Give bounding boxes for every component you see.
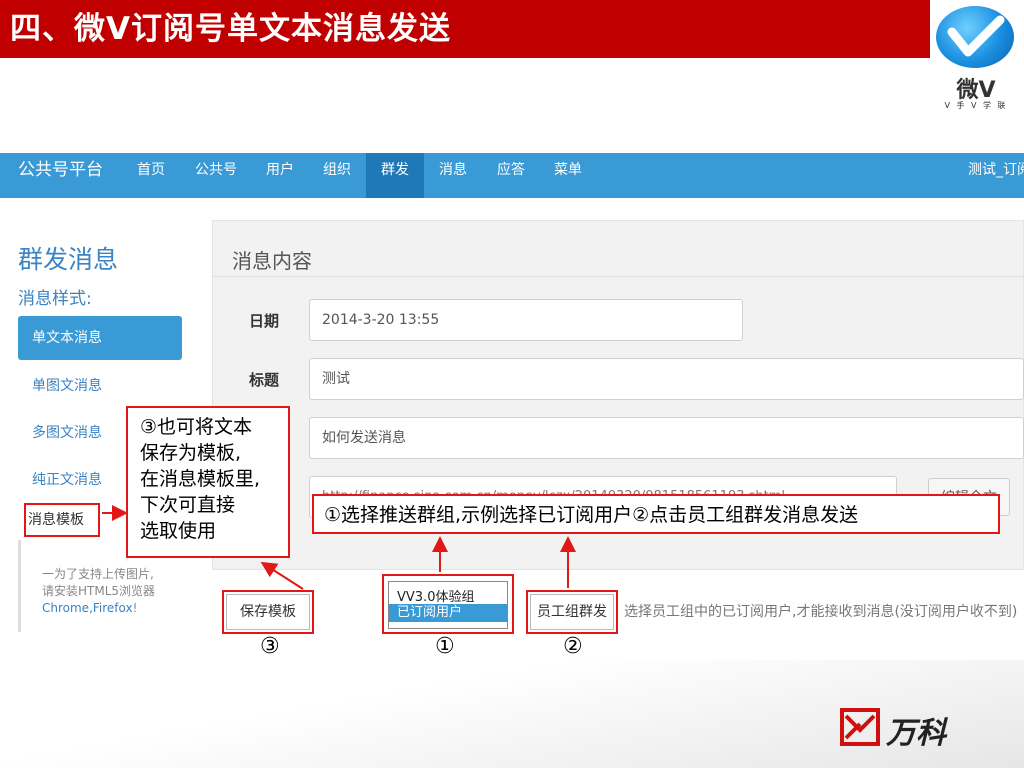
nav-item-org[interactable]: 组织 bbox=[313, 153, 361, 198]
top-nav: 公共号平台 首页 公共号 用户 组织 群发 消息 应答 菜单 测试_订阅 bbox=[0, 153, 1024, 198]
panel-divider bbox=[212, 276, 1024, 277]
date-label: 日期 bbox=[249, 312, 280, 330]
nav-item-menu[interactable]: 菜单 bbox=[545, 153, 591, 198]
slide-title: 四、微V订阅号单文本消息发送 bbox=[0, 0, 930, 58]
vanke-logo-icon bbox=[840, 708, 880, 746]
sidebar-item-single-text[interactable]: 单文本消息 bbox=[18, 316, 182, 360]
nav-item-home[interactable]: 首页 bbox=[126, 153, 176, 198]
tip-divider bbox=[18, 540, 21, 632]
nav-item-messages[interactable]: 消息 bbox=[430, 153, 476, 198]
sidebar-title: 群发消息 bbox=[18, 245, 119, 274]
sidebar-item-multi-news[interactable]: 多图文消息 bbox=[32, 422, 102, 442]
title-label: 标题 bbox=[249, 371, 280, 389]
logo-subtext: V 手 V 学 联 bbox=[944, 101, 1008, 110]
panel-title: 消息内容 bbox=[232, 249, 312, 273]
checkmark-icon bbox=[947, 15, 1005, 57]
current-account[interactable]: 测试_订阅 bbox=[968, 153, 1024, 198]
marker-1: ① bbox=[435, 634, 455, 659]
title-field[interactable]: 测试 bbox=[309, 358, 1024, 400]
browser-tip: 一为了支持上传图片,请安装HTML5浏览器Chrome,Firefox! bbox=[42, 567, 156, 615]
sidebar-subtitle: 消息样式: bbox=[18, 289, 92, 309]
annotation-save-template: ③也可将文本 保存为模板, 在消息模板里, 下次可直接 选取使用 bbox=[126, 406, 290, 558]
nav-item-broadcast[interactable]: 群发 bbox=[366, 153, 424, 198]
vanke-brand: 万科 bbox=[886, 716, 946, 751]
wei-v-logo: 微V V 手 V 学 联 bbox=[928, 0, 1024, 125]
save-template-highlight bbox=[222, 590, 314, 634]
sidebar-item-plain-text[interactable]: 纯正文消息 bbox=[32, 469, 102, 489]
nav-item-users[interactable]: 用户 bbox=[256, 153, 304, 198]
nav-item-reply[interactable]: 应答 bbox=[487, 153, 535, 198]
annotation-send-steps: ①选择推送群组,示例选择已订阅用户②点击员工组群发消息发送 bbox=[312, 494, 1000, 534]
marker-3: ③ bbox=[260, 634, 280, 659]
platform-brand[interactable]: 公共号平台 bbox=[18, 153, 103, 198]
marker-2: ② bbox=[563, 634, 583, 659]
send-hint: 选择员工组中的已订阅用户,才能接收到消息(没订阅用户收不到) bbox=[624, 604, 1018, 620]
date-field[interactable]: 2014-3-20 13:55 bbox=[309, 299, 743, 341]
group-select-highlight bbox=[382, 574, 514, 634]
sidebar-item-template[interactable]: 消息模板 bbox=[28, 509, 84, 529]
nav-item-account[interactable]: 公共号 bbox=[188, 153, 244, 198]
staff-send-highlight bbox=[526, 590, 618, 634]
sidebar-item-single-news[interactable]: 单图文消息 bbox=[32, 375, 102, 395]
body-field[interactable]: 如何发送消息 bbox=[309, 417, 1024, 459]
